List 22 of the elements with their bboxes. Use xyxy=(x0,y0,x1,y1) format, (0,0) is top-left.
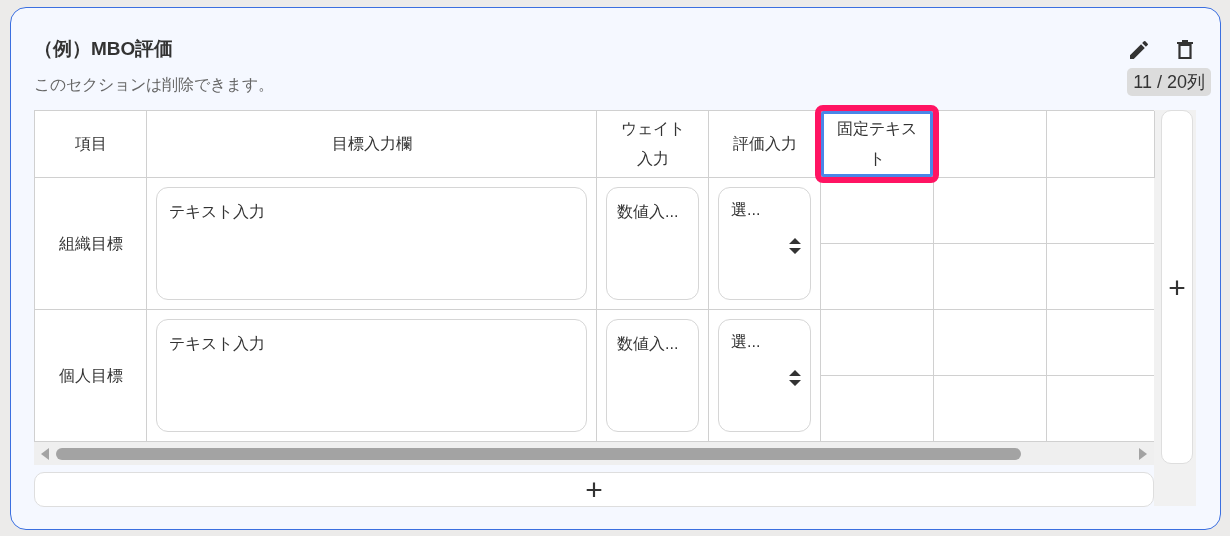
column-header[interactable]: ウェイト入力 xyxy=(597,111,708,177)
add-row-button[interactable]: + xyxy=(34,472,1154,507)
number-field[interactable]: 数値入... xyxy=(606,187,699,300)
horizontal-scrollbar[interactable] xyxy=(34,442,1154,465)
scroll-right-icon[interactable] xyxy=(1138,447,1148,460)
select-field[interactable]: 選... xyxy=(718,319,811,432)
column-count-badge: 11 / 20列 xyxy=(1127,68,1211,96)
row-label: 組織目標 xyxy=(35,178,147,310)
text-area[interactable]: テキスト入力 xyxy=(156,319,587,432)
section-description: このセクションは削除できます。 xyxy=(34,75,274,95)
text-area[interactable]: テキスト入力 xyxy=(156,187,587,300)
number-field[interactable]: 数値入... xyxy=(606,319,699,432)
section-title: （例）MBO評価 xyxy=(34,37,175,61)
sort-arrows-icon xyxy=(789,238,801,254)
add-column-button[interactable]: + xyxy=(1161,110,1193,464)
select-field[interactable]: 選... xyxy=(718,187,811,300)
column-header[interactable]: 評価入力 xyxy=(709,111,820,177)
edit-icon[interactable] xyxy=(1127,38,1151,62)
sort-arrows-icon xyxy=(789,370,801,386)
scroll-left-icon[interactable] xyxy=(40,447,50,460)
column-header[interactable]: 項目 xyxy=(35,111,146,177)
column-header[interactable]: 目標入力欄 xyxy=(147,111,596,177)
